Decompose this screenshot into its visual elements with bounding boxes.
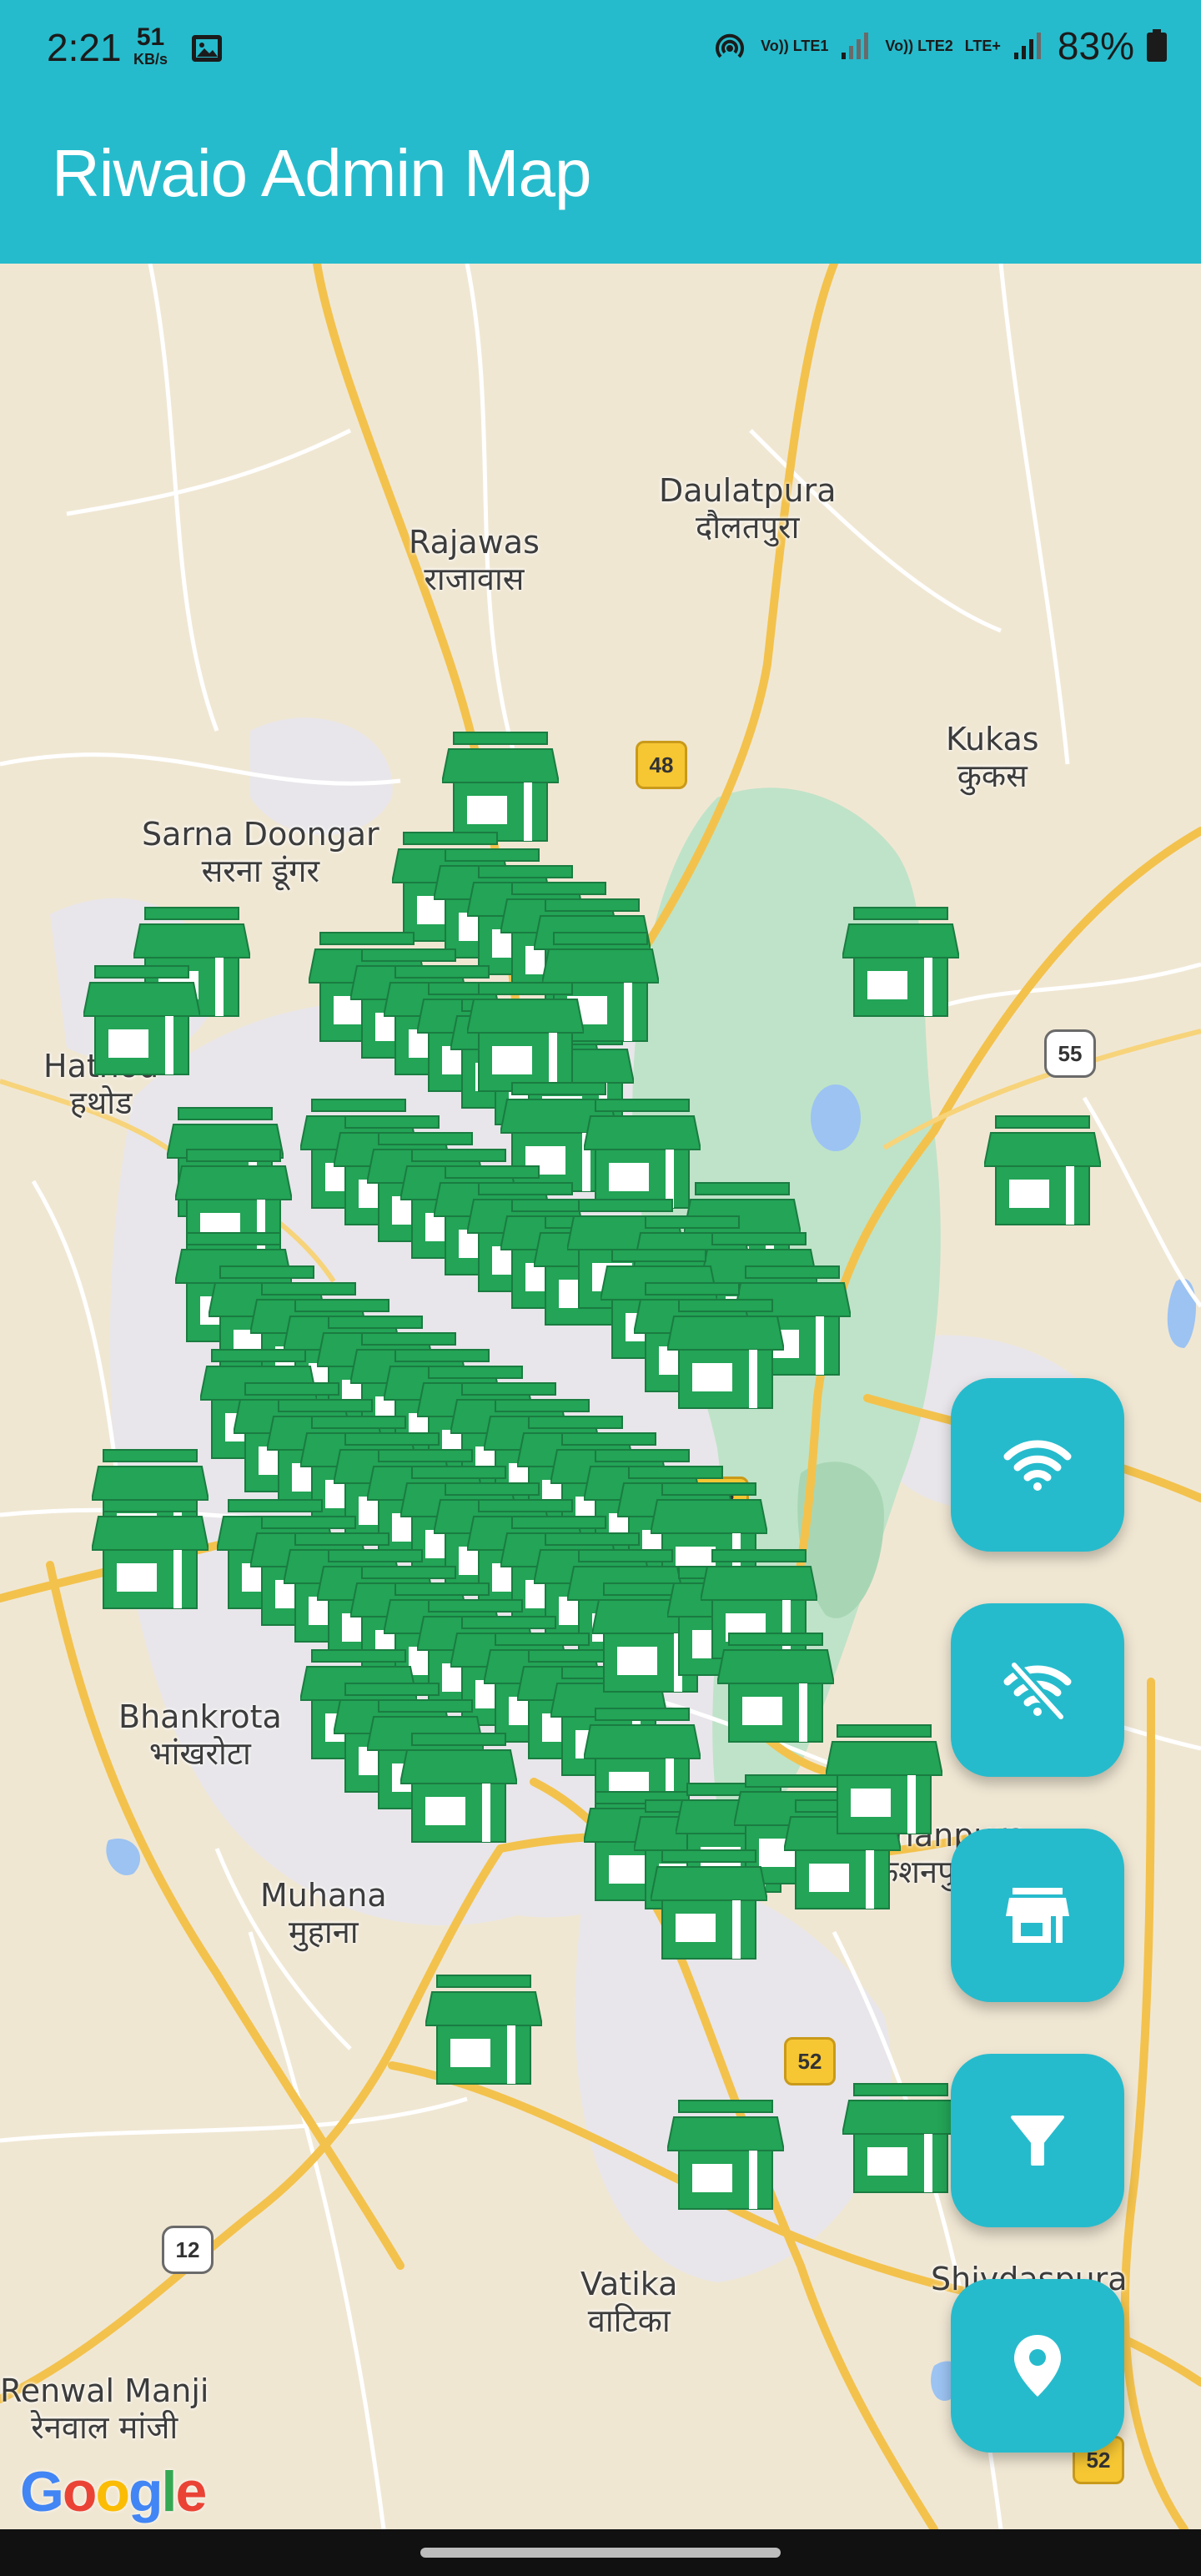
store-marker[interactable] xyxy=(667,1298,784,1410)
wifi-icon xyxy=(1003,1440,1072,1491)
place-label: Daulatpura दौलतपुरा xyxy=(659,472,837,546)
no-wifi-filter-button[interactable] xyxy=(951,1603,1124,1777)
store-icon xyxy=(1006,1888,1069,1943)
store-marker[interactable] xyxy=(842,906,959,1018)
store-marker[interactable] xyxy=(717,1632,834,1743)
network-speed: 51 KB/s xyxy=(133,25,168,70)
place-label: Muhana मुहाना xyxy=(260,1877,387,1950)
battery-percent: 83% xyxy=(1057,24,1134,68)
filter-button[interactable] xyxy=(951,2054,1124,2227)
road-shield: 52 xyxy=(784,2037,836,2085)
sim2-label: Vo)) LTE2 xyxy=(885,38,953,54)
store-marker[interactable] xyxy=(92,1498,209,1610)
store-marker[interactable] xyxy=(984,1114,1101,1226)
store-marker[interactable] xyxy=(425,1974,542,2085)
store-marker[interactable] xyxy=(842,2082,959,2194)
battery-icon xyxy=(1147,29,1167,62)
store-marker[interactable] xyxy=(826,1723,942,1835)
place-label: Renwal Manji रेनवाल मांजी xyxy=(0,2372,209,2446)
lte-plus-label: LTE+ xyxy=(964,38,1001,54)
filter-icon xyxy=(1011,2116,1064,2166)
app-title: Riwaio Admin Map xyxy=(52,136,591,210)
stores-button[interactable] xyxy=(951,1829,1124,2002)
gesture-handle[interactable] xyxy=(420,2548,781,2558)
place-label: Vatika वाटिका xyxy=(580,2266,678,2339)
app-bar: Riwaio Admin Map xyxy=(0,100,1201,264)
place-label: Sarna Doongar सरना डूंगर xyxy=(142,816,379,889)
google-logo: Google xyxy=(20,2460,207,2523)
store-marker[interactable] xyxy=(400,1732,517,1844)
road-shield: 12 xyxy=(162,2226,214,2274)
store-marker[interactable] xyxy=(584,1098,701,1210)
wifi-off-icon xyxy=(1003,1661,1072,1721)
place-label: Rajawas राजावास xyxy=(409,524,540,597)
map-view[interactable]: Daulatpura दौलतपुरा Rajawas राजावास Kukas क… xyxy=(0,264,1201,2529)
place-label: Bhankrota भांखरोटा xyxy=(118,1698,282,1772)
store-marker[interactable] xyxy=(667,2099,784,2211)
signal-2-icon xyxy=(1013,33,1041,59)
status-time: 2:21 xyxy=(47,26,122,69)
system-navigation-bar xyxy=(0,2529,1201,2576)
road-shield: 48 xyxy=(636,741,687,789)
my-location-button[interactable] xyxy=(951,2279,1124,2453)
location-pin-icon xyxy=(1014,2335,1061,2397)
hotspot-icon xyxy=(716,33,745,58)
sim1-label: Vo)) LTE1 xyxy=(761,38,829,54)
road-shield: 55 xyxy=(1044,1029,1096,1078)
network-speed-unit: KB/s xyxy=(133,51,168,68)
place-label: Kukas कुकस xyxy=(946,721,1039,794)
network-speed-value: 51 xyxy=(136,23,165,51)
store-marker[interactable] xyxy=(651,1849,767,1960)
store-marker[interactable] xyxy=(83,964,200,1076)
wifi-filter-button[interactable] xyxy=(951,1378,1124,1552)
signal-1-icon xyxy=(842,33,869,59)
image-notification-icon xyxy=(192,35,222,62)
status-bar: 2:21 51 KB/s Vo)) LTE1 Vo)) LTE2 LTE+ 83… xyxy=(0,0,1201,100)
store-marker[interactable] xyxy=(467,981,584,1093)
store-marker[interactable] xyxy=(442,731,559,843)
